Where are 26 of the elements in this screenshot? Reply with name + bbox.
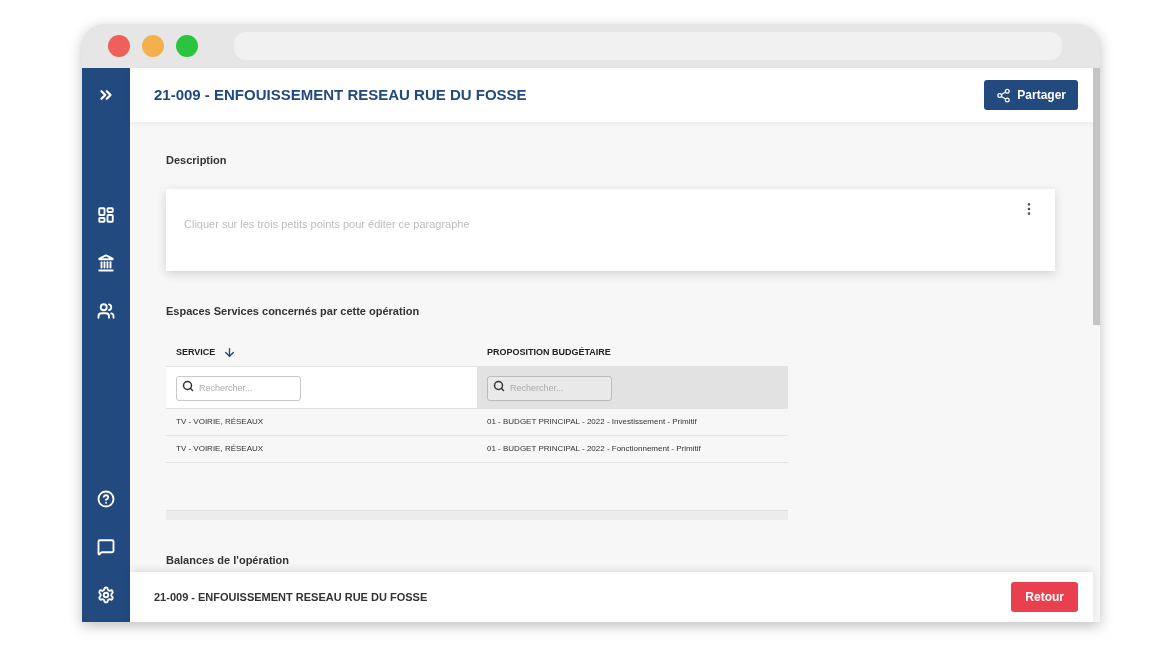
settings-icon[interactable] bbox=[97, 586, 115, 604]
search-icon bbox=[493, 380, 505, 393]
column-header[interactable]: PROPOSITION BUDGÉTAIRE bbox=[487, 345, 611, 360]
search-icon bbox=[182, 380, 194, 393]
dashboard-icon[interactable] bbox=[97, 206, 115, 224]
help-icon[interactable] bbox=[97, 490, 115, 508]
table-cell-text: 01 - BUDGET PRINCIPAL - 2022 - Fonctionnement - Primitif bbox=[486, 443, 702, 455]
table-cell-text: TV - VOIRIE, RÉSEAUX bbox=[175, 443, 265, 455]
footer-title: 21-009 - ENFOUISSEMENT RESEAU RUE DU FOSSE bbox=[154, 589, 428, 605]
bank-icon[interactable] bbox=[97, 254, 115, 272]
vertical-scrollbar[interactable] bbox=[1093, 68, 1100, 325]
users-icon[interactable] bbox=[97, 302, 115, 320]
back-button[interactable]: Retour bbox=[1011, 582, 1078, 612]
table-cell-text: TV - VOIRIE, RÉSEAUX bbox=[175, 416, 265, 428]
table-cell-text: 01 - BUDGET PRINCIPAL - 2022 - Investissement - Primitif bbox=[486, 416, 698, 428]
section-title: Balances de l'opération bbox=[166, 553, 291, 568]
chat-icon[interactable] bbox=[97, 538, 115, 556]
share-icon bbox=[996, 87, 1012, 103]
search-field[interactable]: Rechercher... bbox=[176, 375, 301, 401]
search-field[interactable]: Rechercher... bbox=[487, 375, 612, 401]
section-title: Espaces Services concernés par cette opération bbox=[166, 303, 421, 319]
section-title: Description bbox=[166, 153, 228, 168]
column-header[interactable]: SERVICE bbox=[176, 345, 216, 360]
page-title: 21-009 - ENFOUISSEMENT RESEAU RUE DU FOSSE bbox=[154, 84, 527, 105]
sort-arrow-icon[interactable] bbox=[223, 346, 237, 359]
share-button[interactable]: Partager bbox=[984, 80, 1078, 110]
